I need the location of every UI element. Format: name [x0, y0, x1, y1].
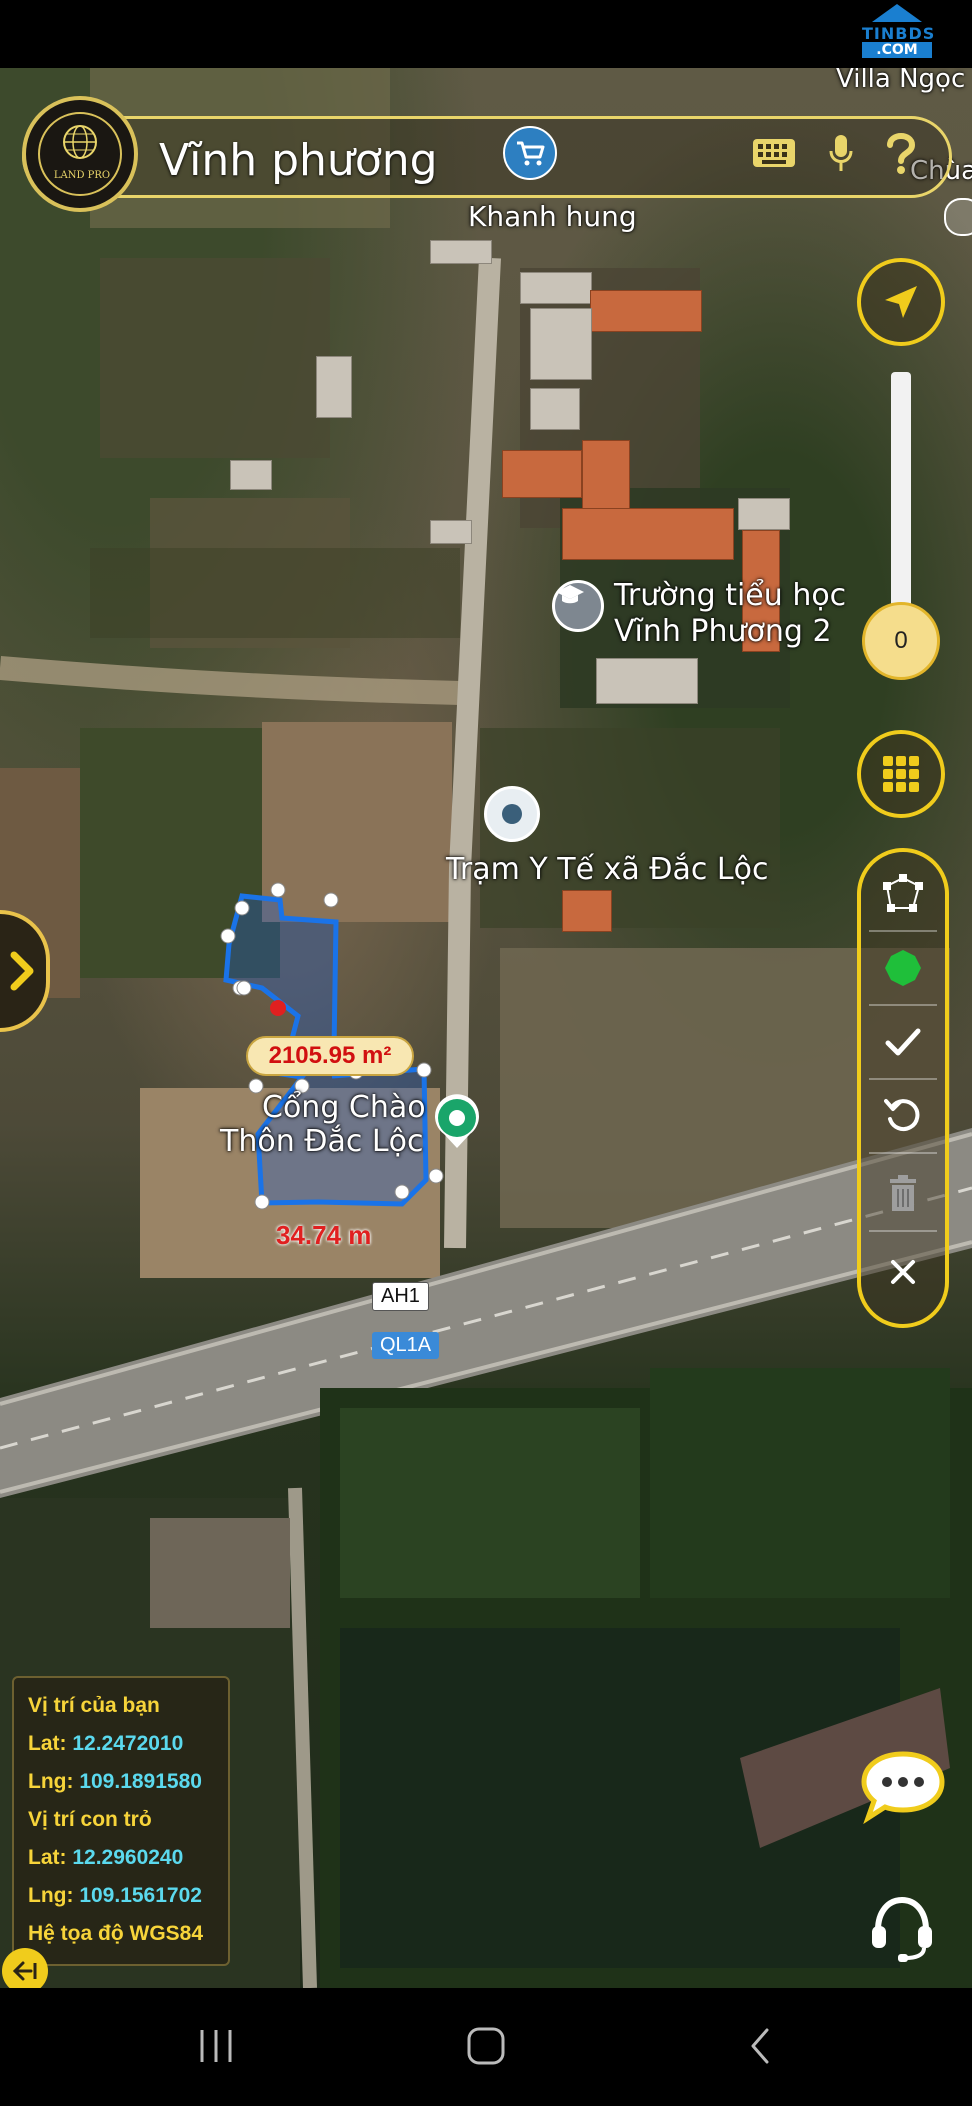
lat-label: Lat: [28, 1846, 67, 1869]
logo-ring: LAND PRO [38, 112, 122, 196]
green-pin-shape [435, 1094, 479, 1148]
confirm-button[interactable] [869, 1012, 937, 1072]
lng-label: Lng: [28, 1884, 74, 1907]
clinic-pin-icon[interactable] [484, 786, 540, 842]
undo-button[interactable] [869, 1086, 937, 1146]
watermark-logo: TINBDS .COM [862, 4, 936, 62]
landpro-logo[interactable]: LAND PRO [22, 96, 138, 212]
home-icon [467, 2027, 505, 2065]
zoom-slider-knob[interactable]: 0 [862, 602, 940, 680]
search-bar[interactable]: Vĩnh phương [22, 116, 952, 198]
fill-color-icon [885, 950, 921, 986]
pin-dot [502, 804, 522, 824]
chevron-right-icon [10, 951, 34, 991]
your-lat-row: Lat: 12.2472010 [28, 1732, 183, 1756]
map-label-clinic: Trạm Y Tế xã Đắc Lộc [446, 852, 769, 887]
length-measurement-label: 34.74 m [276, 1220, 372, 1250]
check-icon [885, 1028, 921, 1056]
polygon-edit-button[interactable] [869, 864, 937, 924]
settings-icon[interactable] [944, 198, 972, 236]
cursor-lat-value: 12.2960240 [72, 1846, 184, 1869]
keyboard-glyph [753, 139, 795, 167]
search-input[interactable]: Vĩnh phương [159, 135, 438, 186]
lat-label: Lat: [28, 1732, 67, 1755]
school-pin-icon[interactable] [552, 580, 604, 632]
map-label-hamlet: Khanh hung [468, 200, 637, 233]
cursor-lat-row: Lat: 12.2960240 [28, 1846, 183, 1870]
watermark-roof-shape [872, 4, 922, 22]
toolbar-divider [869, 1004, 937, 1006]
microphone-icon[interactable] [816, 128, 866, 178]
chat-button[interactable] [860, 1748, 946, 1824]
map-label-school-1: Trường tiểu học [614, 578, 847, 613]
recents-icon [200, 2030, 232, 2062]
cart-glyph [517, 141, 545, 166]
system-nav-bar [0, 1988, 972, 2106]
mic-glyph [829, 135, 853, 171]
back-button[interactable] [730, 2016, 790, 2076]
cart-icon[interactable] [503, 126, 557, 180]
polygon-edit-icon [883, 874, 923, 912]
graduation-cap-icon [556, 585, 584, 604]
status-bar: TINBDS .COM [0, 0, 972, 68]
home-button[interactable] [456, 2016, 516, 2076]
map-label-gate-1: Cổng Chào [262, 1090, 426, 1125]
active-vertex-marker [270, 1000, 286, 1016]
your-lng-row: Lng: 109.1891580 [28, 1770, 202, 1794]
your-position-title: Vị trí của bạn [28, 1694, 160, 1717]
toolbar-divider [869, 1230, 937, 1232]
headset-icon [872, 1896, 932, 1962]
watermark-suffix: .COM [862, 42, 932, 58]
area-measurement-label: 2105.95 m² [246, 1036, 414, 1076]
road-shield-ah1: AH1 [372, 1282, 429, 1311]
question-glyph [887, 133, 916, 174]
fill-color-button[interactable] [869, 938, 937, 998]
toolbar-divider [869, 930, 937, 932]
cursor-lng-value: 109.1561702 [79, 1884, 202, 1907]
map-label-gate-2: Thôn Đắc Lộc [220, 1124, 424, 1159]
grid-icon [883, 756, 919, 792]
toolbar-divider [869, 1078, 937, 1080]
navigation-arrow-icon [885, 286, 917, 318]
draw-toolbar [857, 848, 949, 1328]
watermark-brand: TINBDS [862, 24, 936, 43]
locate-button[interactable] [857, 258, 945, 346]
your-lat-value: 12.2472010 [72, 1732, 184, 1755]
cursor-lng-row: Lng: 109.1561702 [28, 1884, 202, 1908]
close-drawing-button[interactable] [869, 1242, 937, 1302]
coordinate-panel: Vị trí của bạn Lat: 12.2472010 Lng: 109.… [12, 1676, 230, 1966]
road-shield-ql1a: QL1A [372, 1332, 440, 1359]
keyboard-icon[interactable] [749, 128, 799, 178]
map-label-top-right-a: Villa Ngọc [836, 68, 966, 94]
back-chevron-icon [751, 2028, 769, 2064]
chat-bubble-icon [861, 1751, 945, 1824]
logo-text: LAND PRO [53, 170, 111, 181]
delete-button[interactable] [869, 1164, 937, 1224]
close-icon [891, 1260, 915, 1284]
arrow-left-bar-icon [12, 1961, 37, 1981]
undo-icon [884, 1099, 920, 1132]
layers-grid-button[interactable] [857, 730, 945, 818]
toolbar-divider [869, 1152, 937, 1154]
location-pin-icon[interactable] [432, 1094, 482, 1150]
trash-icon [890, 1175, 916, 1211]
cursor-position-title: Vị trí con trỏ [28, 1808, 152, 1831]
globe-icon [63, 125, 97, 159]
support-button[interactable] [862, 1888, 942, 1968]
lng-label: Lng: [28, 1770, 74, 1793]
help-icon[interactable] [876, 128, 926, 178]
your-lng-value: 109.1891580 [79, 1770, 202, 1793]
coordinate-system: Hệ tọa độ WGS84 [28, 1922, 204, 1945]
map-label-school-2: Vĩnh Phương 2 [614, 614, 832, 649]
recent-apps-button[interactable] [186, 2016, 246, 2076]
